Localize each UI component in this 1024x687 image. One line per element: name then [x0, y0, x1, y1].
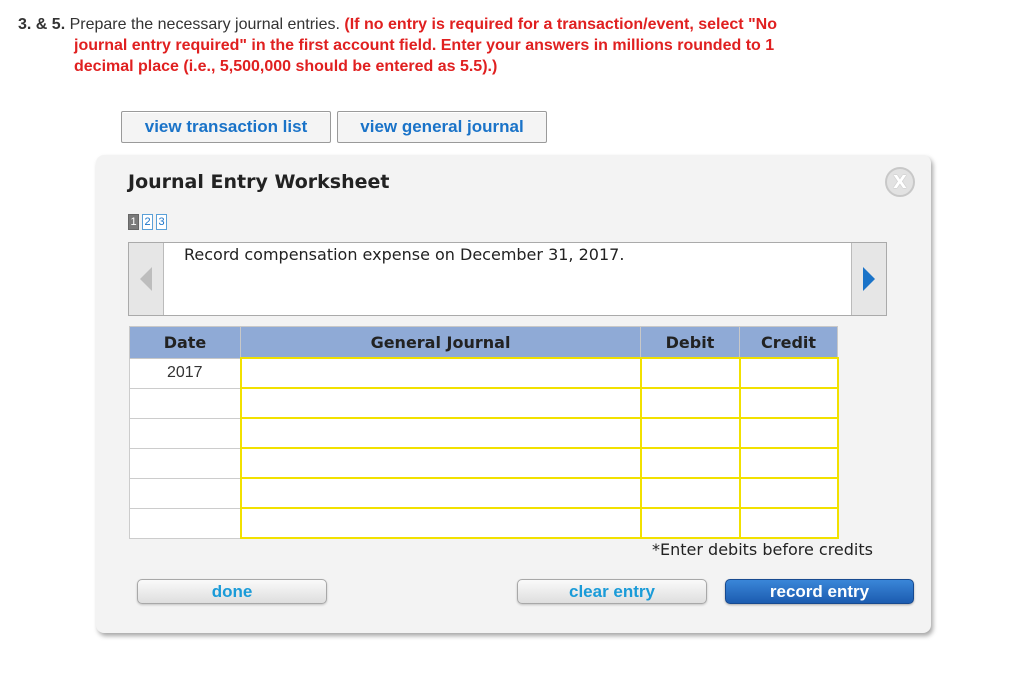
table-row [129, 417, 839, 449]
debit-input[interactable] [639, 477, 741, 509]
account-input[interactable] [239, 417, 642, 449]
clear-entry-button[interactable]: clear entry [517, 579, 707, 604]
credit-input[interactable] [738, 387, 839, 419]
view-transaction-list-button[interactable]: view transaction list [121, 111, 331, 143]
journal-entry-worksheet: Journal Entry Worksheet X 1 2 3 Record c… [96, 155, 931, 633]
debit-input[interactable] [639, 387, 741, 419]
credit-input[interactable] [738, 447, 839, 479]
chevron-right-icon [863, 267, 875, 291]
date-cell [129, 507, 241, 539]
column-header-debit: Debit [640, 326, 740, 359]
page-2-button[interactable]: 2 [142, 214, 153, 230]
column-header-date: Date [129, 326, 241, 359]
prev-arrow-button[interactable] [129, 243, 164, 315]
table-row [129, 507, 839, 539]
table-row [129, 387, 839, 419]
transaction-description-box: Record compensation expense on December … [128, 242, 887, 316]
instruction-line-2: journal entry required" in the first acc… [74, 37, 775, 54]
journal-table: Date General Journal Debit Credit 2017 [129, 326, 839, 539]
account-input[interactable] [239, 507, 642, 539]
date-cell [129, 447, 241, 479]
date-cell [129, 387, 241, 419]
done-button[interactable]: done [137, 579, 327, 604]
credit-input[interactable] [738, 477, 839, 509]
next-arrow-button[interactable] [851, 243, 886, 315]
page-3-button[interactable]: 3 [156, 214, 167, 230]
page-indicator: 1 2 3 [128, 214, 167, 230]
debit-input[interactable] [639, 507, 741, 539]
table-row [129, 477, 839, 509]
instruction-line-1: (If no entry is required for a transacti… [344, 16, 777, 33]
question-prompt: Prepare the necessary journal entries. [65, 16, 345, 33]
transaction-description: Record compensation expense on December … [184, 245, 625, 264]
table-row: 2017 [129, 357, 839, 389]
credit-input[interactable] [738, 507, 839, 539]
date-cell [129, 477, 241, 509]
worksheet-title: Journal Entry Worksheet [128, 171, 390, 193]
debit-input[interactable] [639, 417, 741, 449]
account-input[interactable] [239, 477, 642, 509]
credit-input[interactable] [738, 357, 839, 389]
question-text: 3. & 5. Prepare the necessary journal en… [18, 14, 898, 77]
column-header-credit: Credit [739, 326, 838, 359]
instruction-line-3: decimal place (i.e., 5,500,000 should be… [74, 58, 498, 75]
account-input[interactable] [239, 447, 642, 479]
chevron-left-icon [140, 267, 152, 291]
debit-input[interactable] [639, 447, 741, 479]
table-row [129, 447, 839, 479]
debit-input[interactable] [639, 357, 741, 389]
record-entry-button[interactable]: record entry [725, 579, 914, 604]
date-cell [129, 417, 241, 449]
view-general-journal-button[interactable]: view general journal [337, 111, 547, 143]
account-input[interactable] [239, 387, 642, 419]
account-input[interactable] [239, 357, 642, 389]
close-icon[interactable]: X [885, 167, 915, 197]
page-1-button[interactable]: 1 [128, 214, 139, 230]
column-header-general-journal: General Journal [240, 326, 641, 359]
question-number: 3. & 5. [18, 16, 66, 33]
date-cell: 2017 [129, 357, 241, 389]
debits-before-credits-note: *Enter debits before credits [652, 540, 873, 559]
credit-input[interactable] [738, 417, 839, 449]
